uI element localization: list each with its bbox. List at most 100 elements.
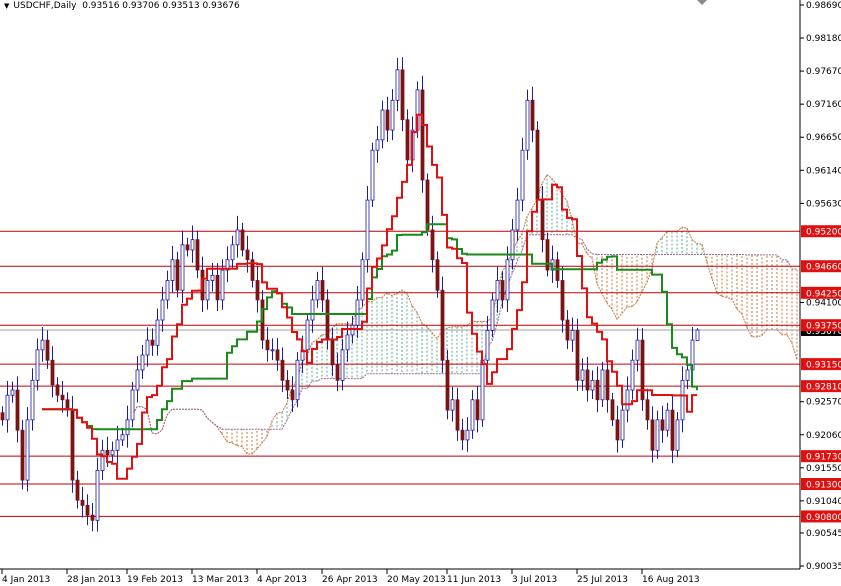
y-tick-label: 0.90545 bbox=[806, 529, 841, 539]
bear-candle bbox=[500, 280, 505, 301]
bull-candle bbox=[465, 429, 470, 441]
bull-candle bbox=[620, 409, 625, 441]
bull-candle bbox=[470, 399, 475, 431]
bull-candle bbox=[95, 470, 100, 521]
ohlc-readout: 0.93516 0.93706 0.93513 0.93676 bbox=[82, 1, 240, 11]
y-tick-label: 0.98180 bbox=[806, 34, 841, 44]
bear-candle bbox=[335, 364, 340, 381]
bear-candle bbox=[45, 339, 50, 361]
bull-candle bbox=[635, 339, 640, 361]
bear-candle bbox=[290, 389, 295, 401]
bull-candle bbox=[135, 369, 140, 391]
bull-candle bbox=[130, 389, 135, 421]
bull-candle bbox=[100, 449, 105, 471]
level-label: 0.94660 bbox=[806, 263, 841, 273]
bull-candle bbox=[110, 449, 115, 456]
bull-candle bbox=[220, 269, 225, 301]
bull-candle bbox=[205, 280, 210, 301]
bull-candle bbox=[685, 369, 690, 381]
bull-candle bbox=[30, 379, 35, 421]
bull-candle bbox=[665, 409, 670, 431]
level-label: 0.95200 bbox=[806, 228, 841, 238]
bull-candle bbox=[235, 229, 240, 246]
x-tick-label: 3 Jul 2013 bbox=[512, 575, 557, 585]
y-tick-label: 0.95630 bbox=[806, 199, 841, 209]
bull-candle bbox=[480, 359, 485, 421]
x-tick-label: 4 Apr 2013 bbox=[257, 575, 307, 585]
chart-shift-marker-icon[interactable] bbox=[697, 0, 707, 5]
bear-candle bbox=[60, 394, 65, 401]
bull-candle bbox=[10, 389, 15, 396]
dropdown-triangle-icon[interactable]: ▼ bbox=[4, 2, 9, 10]
bear-candle bbox=[545, 239, 550, 271]
ichimoku-lines bbox=[42, 113, 698, 480]
bull-candle bbox=[270, 349, 275, 352]
y-tick-label: 0.90035 bbox=[806, 562, 841, 572]
bull-candle bbox=[115, 439, 120, 451]
bear-candle bbox=[445, 359, 450, 411]
bull-candle bbox=[520, 149, 525, 201]
bear-candle bbox=[440, 289, 445, 361]
bear-candle bbox=[55, 384, 60, 396]
bear-candle bbox=[320, 280, 325, 301]
bear-candle bbox=[650, 419, 655, 451]
y-tick-label: 0.94100 bbox=[806, 299, 841, 309]
bear-candle bbox=[195, 239, 200, 271]
bear-candle bbox=[645, 399, 650, 421]
x-tick-label: 19 Feb 2013 bbox=[127, 575, 183, 585]
bear-candle bbox=[430, 229, 435, 261]
bear-candle bbox=[245, 249, 250, 261]
bear-candle bbox=[275, 349, 280, 361]
bear-candle bbox=[105, 449, 110, 456]
bear-candle bbox=[475, 399, 480, 421]
level-label: 0.93750 bbox=[806, 322, 841, 332]
bull-candle bbox=[655, 419, 660, 451]
bull-candle bbox=[25, 419, 30, 481]
bear-candle bbox=[185, 244, 190, 251]
bear-candle bbox=[610, 399, 615, 421]
candles bbox=[0, 57, 700, 532]
bear-candle bbox=[15, 389, 20, 431]
x-tick-label: 11 Jun 2013 bbox=[447, 575, 501, 585]
bull-candle bbox=[380, 109, 385, 141]
bull-candle bbox=[170, 259, 175, 281]
bull-candle bbox=[230, 244, 235, 261]
bear-candle bbox=[175, 259, 180, 291]
bull-candle bbox=[160, 299, 165, 321]
bear-candle bbox=[20, 429, 25, 481]
x-tick-label: 20 May 2013 bbox=[387, 575, 446, 585]
level-label: 0.94250 bbox=[806, 289, 841, 299]
bull-candle bbox=[165, 280, 170, 301]
level-label: 0.92810 bbox=[806, 383, 841, 393]
bull-candle bbox=[345, 334, 350, 351]
bear-candle bbox=[455, 399, 460, 431]
bear-candle bbox=[150, 339, 155, 346]
bear-candle bbox=[605, 369, 610, 401]
bear-candle bbox=[585, 369, 590, 391]
bull-candle bbox=[390, 99, 395, 131]
bear-candle bbox=[385, 109, 390, 131]
bear-candle bbox=[285, 379, 290, 391]
bear-candle bbox=[215, 274, 220, 301]
senkou-span-a bbox=[131, 173, 798, 455]
bull-candle bbox=[395, 69, 400, 101]
bear-candle bbox=[330, 339, 335, 366]
bear-candle bbox=[535, 129, 540, 201]
bull-candle bbox=[155, 319, 160, 346]
bull-candle bbox=[580, 369, 585, 381]
bull-candle bbox=[675, 419, 680, 451]
bull-candle bbox=[625, 389, 630, 411]
bull-candle bbox=[450, 399, 455, 411]
y-tick-label: 0.96650 bbox=[806, 133, 841, 143]
bear-candle bbox=[460, 429, 465, 441]
bull-candle bbox=[145, 339, 150, 356]
chart-title: ▼ USDCHF,Daily 0.93516 0.93706 0.93513 0.… bbox=[4, 1, 240, 11]
bear-candle bbox=[0, 412, 5, 421]
bear-candle bbox=[425, 179, 430, 231]
bull-candle bbox=[600, 369, 605, 401]
y-tick-label: 0.92060 bbox=[806, 431, 841, 441]
bear-candle bbox=[540, 199, 545, 241]
x-tick-label: 25 Jul 2013 bbox=[577, 575, 628, 585]
bear-candle bbox=[565, 319, 570, 341]
level-label: 0.91730 bbox=[806, 453, 841, 463]
